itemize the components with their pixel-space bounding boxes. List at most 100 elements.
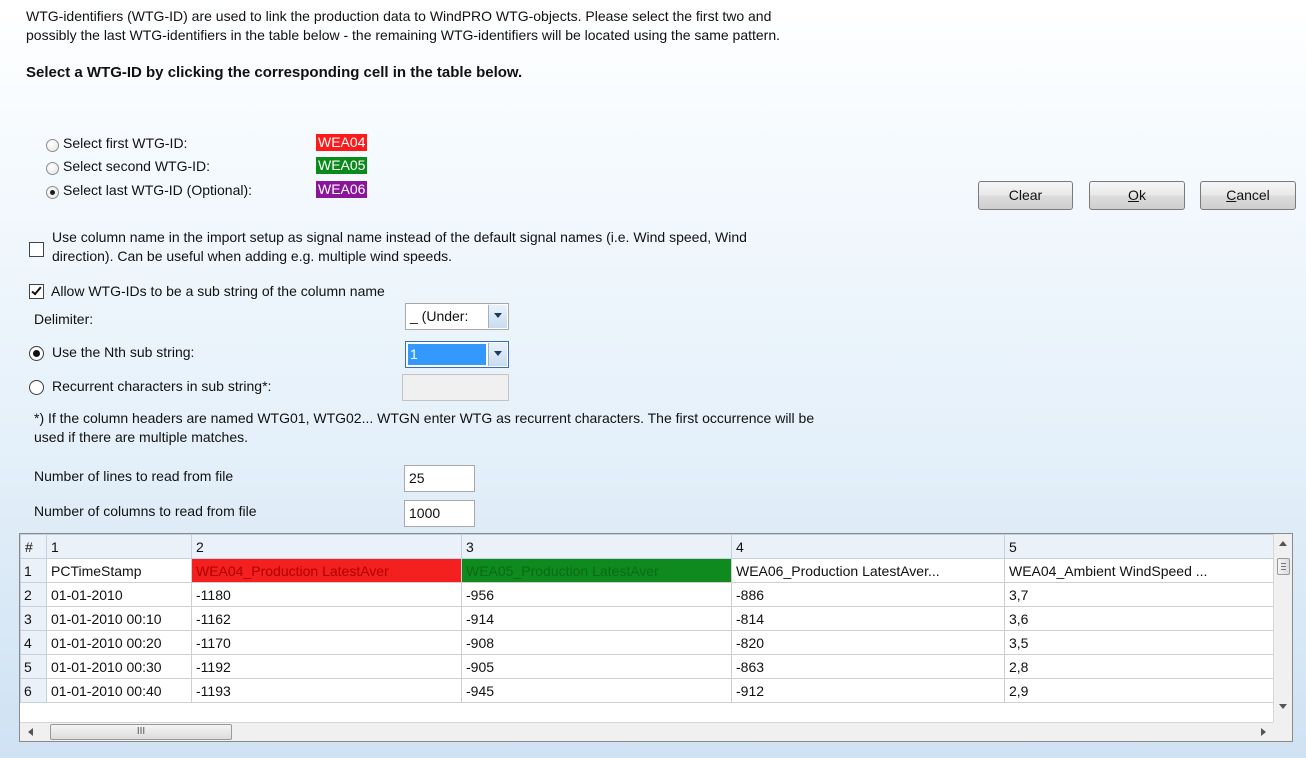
table-cell[interactable]: 3,6: [1004, 606, 1276, 631]
select-second-wtg-radio[interactable]: [46, 162, 59, 175]
row-number: 1: [20, 558, 47, 583]
allow-substring-label: Allow WTG-IDs to be a sub string of the …: [51, 283, 385, 299]
select-second-wtg-label: Select second WTG-ID:: [63, 158, 211, 174]
table-cell[interactable]: 01-01-2010: [46, 582, 192, 607]
scrollbar-corner: [1273, 722, 1292, 741]
table-cell[interactable]: -886: [731, 582, 1005, 607]
table-cell[interactable]: 01-01-2010 00:30: [46, 654, 192, 679]
table-cell[interactable]: 01-01-2010 00:40: [46, 678, 192, 703]
table-cell[interactable]: 2,9: [1004, 678, 1276, 703]
table-row: 3 01-01-2010 00:10 -1162 -914 -814 3,6: [20, 606, 1276, 631]
use-column-name-label-line2: direction). Can be useful when adding e.…: [52, 248, 453, 264]
vertical-scroll-thumb[interactable]: [1277, 558, 1290, 575]
last-wtg-id-badge: WEA06: [316, 181, 368, 198]
row-number: 3: [20, 606, 47, 631]
recurrent-characters-label: Recurrent characters in sub string*:: [52, 378, 272, 394]
table-cell[interactable]: WEA04_Ambient WindSpeed ...: [1004, 558, 1276, 583]
instruction-heading: Select a WTG-ID by clicking the correspo…: [26, 64, 523, 81]
column-header: 3: [461, 534, 732, 559]
table-row: 5 01-01-2010 00:30 -1192 -905 -863 2,8: [20, 654, 1276, 679]
columns-to-read-value: 1000: [409, 505, 441, 521]
table-cell[interactable]: -1180: [191, 582, 462, 607]
table-cell[interactable]: 01-01-2010 00:10: [46, 606, 192, 631]
first-wtg-id-badge: WEA04: [316, 134, 368, 151]
select-first-wtg-label: Select first WTG-ID:: [63, 135, 188, 151]
table-row: 1 PCTimeStamp WEA04_Production LatestAve…: [20, 558, 1276, 583]
table-cell[interactable]: 01-01-2010 00:20: [46, 630, 192, 655]
delimiter-value: _ (Under:: [410, 308, 469, 324]
select-last-wtg-label: Select last WTG-ID (Optional):: [63, 182, 253, 198]
lines-to-read-value: 25: [409, 470, 425, 486]
table-row: 6 01-01-2010 00:40 -1193 -945 -912 2,9: [20, 678, 1276, 703]
row-number: 4: [20, 630, 47, 655]
table-cell[interactable]: -863: [731, 654, 1005, 679]
nth-substring-dropdown[interactable]: 1: [405, 341, 509, 368]
recurrent-characters-input[interactable]: [402, 374, 509, 401]
delimiter-dropdown[interactable]: _ (Under:: [405, 303, 509, 330]
table-cell[interactable]: -820: [731, 630, 1005, 655]
column-header: 1: [46, 534, 192, 559]
select-last-wtg-radio[interactable]: [46, 186, 59, 199]
clear-button[interactable]: Clear: [978, 181, 1073, 210]
ok-button[interactable]: Ok: [1089, 181, 1185, 210]
recurrent-note-line2: used if there are multiple matches.: [34, 429, 248, 445]
horizontal-scroll-thumb[interactable]: III: [50, 724, 232, 740]
lines-to-read-input[interactable]: 25: [404, 465, 475, 492]
table-cell[interactable]: -914: [461, 606, 732, 631]
column-header: #: [20, 534, 47, 559]
intro-text-line2: possibly the last WTG-identifiers in the…: [26, 27, 781, 43]
use-nth-substring-label: Use the Nth sub string:: [52, 344, 195, 360]
table-cell[interactable]: 3,7: [1004, 582, 1276, 607]
table-cell[interactable]: 3,5: [1004, 630, 1276, 655]
intro-text-line1: WTG-identifiers (WTG-ID) are used to lin…: [26, 8, 772, 24]
row-number: 5: [20, 654, 47, 679]
scroll-right-icon[interactable]: [1261, 728, 1266, 736]
scroll-up-icon[interactable]: [1279, 541, 1287, 546]
nth-substring-value: 1: [410, 346, 418, 362]
ok-button-label: k: [1138, 187, 1146, 203]
row-number: 6: [20, 678, 47, 703]
columns-to-read-input[interactable]: 1000: [404, 500, 475, 527]
table-cell[interactable]: -956: [461, 582, 732, 607]
table-cell[interactable]: -905: [461, 654, 732, 679]
use-nth-substring-radio[interactable]: [29, 346, 44, 361]
use-column-name-label-line1: Use column name in the import setup as s…: [52, 229, 747, 245]
column-header: 2: [191, 534, 462, 559]
row-number: 2: [20, 582, 47, 607]
columns-to-read-label: Number of columns to read from file: [34, 503, 257, 519]
select-first-wtg-radio[interactable]: [46, 139, 59, 152]
table-cell[interactable]: -1192: [191, 654, 462, 679]
first-wtg-id-cell[interactable]: WEA04_Production LatestAver: [191, 558, 462, 583]
lines-to-read-label: Number of lines to read from file: [34, 468, 234, 484]
table-cell[interactable]: 2,8: [1004, 654, 1276, 679]
table-cell[interactable]: -945: [461, 678, 732, 703]
delimiter-label: Delimiter:: [34, 311, 94, 327]
table-cell[interactable]: -1162: [191, 606, 462, 631]
recurrent-characters-radio[interactable]: [29, 380, 44, 395]
table-cell[interactable]: -814: [731, 606, 1005, 631]
chevron-down-icon: [488, 343, 507, 366]
data-preview-grid: # 1 2 3 4 5 1 PCTimeStamp WEA04_Producti…: [19, 533, 1293, 742]
table-cell[interactable]: -908: [461, 630, 732, 655]
table-row: 2 01-01-2010 -1180 -956 -886 3,7: [20, 582, 1276, 607]
horizontal-scrollbar[interactable]: III: [20, 722, 1275, 741]
recurrent-note-line1: *) If the column headers are named WTG01…: [34, 410, 815, 426]
allow-substring-checkbox[interactable]: [29, 284, 44, 299]
cancel-button-mnemonic: C: [1226, 187, 1237, 203]
table-cell[interactable]: -1170: [191, 630, 462, 655]
vertical-scrollbar[interactable]: [1273, 534, 1292, 722]
table-cell[interactable]: -1193: [191, 678, 462, 703]
scroll-left-icon[interactable]: [28, 728, 33, 736]
nth-substring-selection: [408, 344, 486, 365]
cancel-button[interactable]: Cancel: [1200, 181, 1296, 210]
scroll-down-icon[interactable]: [1279, 704, 1287, 709]
second-wtg-id-cell[interactable]: WEA05_Production LatestAver: [461, 558, 732, 583]
chevron-down-icon: [488, 305, 507, 328]
use-column-name-checkbox[interactable]: [29, 242, 44, 257]
table-cell[interactable]: WEA06_Production LatestAver...: [731, 558, 1005, 583]
second-wtg-id-badge: WEA05: [316, 157, 368, 174]
cancel-button-label: ancel: [1236, 187, 1270, 203]
ok-button-mnemonic: O: [1128, 187, 1139, 203]
table-cell[interactable]: -912: [731, 678, 1005, 703]
table-cell[interactable]: PCTimeStamp: [46, 558, 192, 583]
